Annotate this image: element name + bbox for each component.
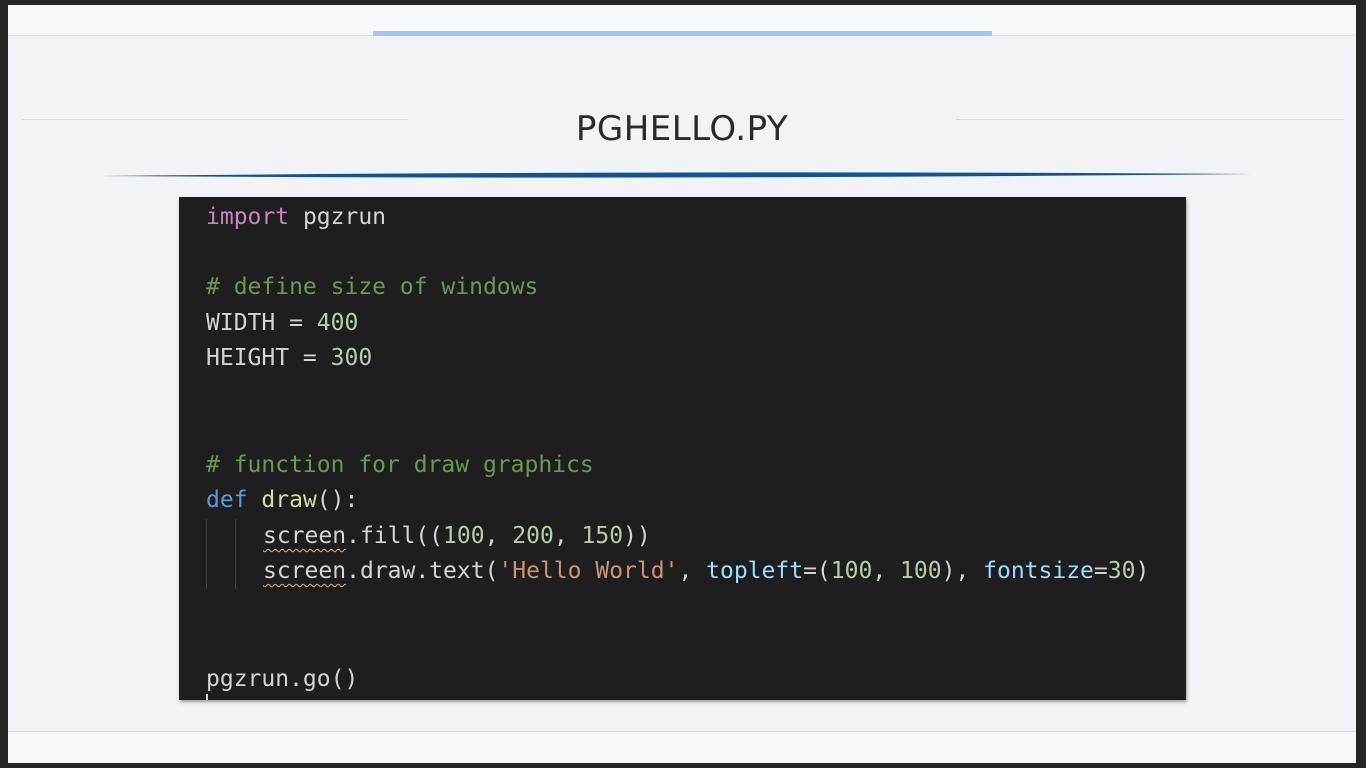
import-keyword: import bbox=[206, 204, 290, 230]
fill-num-1: 100 bbox=[443, 523, 485, 549]
title-rule-right bbox=[956, 119, 1344, 120]
width-name: WIDTH = bbox=[206, 310, 317, 336]
slide-title: PGHELLO.PY bbox=[575, 109, 789, 149]
text-param-topleft: topleft bbox=[706, 558, 804, 584]
fill-sep-1: , bbox=[484, 523, 513, 549]
text-num-2: 100 bbox=[900, 558, 942, 584]
code-line-import: import pgzrun bbox=[206, 202, 386, 232]
bottom-band bbox=[8, 731, 1356, 763]
code-line-comment-window-size: # define size of windows bbox=[206, 274, 539, 300]
title-rule-left bbox=[22, 119, 408, 120]
height-name: HEIGHT = bbox=[206, 345, 331, 371]
code-line-def-draw: def draw(): bbox=[206, 485, 358, 515]
width-value: 400 bbox=[316, 310, 359, 336]
code-line-pgzrun-go: pgzrun.go() bbox=[206, 666, 359, 692]
height-value: 300 bbox=[330, 345, 373, 371]
text-cursor bbox=[206, 694, 208, 700]
import-module: pgzrun bbox=[289, 204, 387, 230]
text-call: .draw.text( bbox=[346, 558, 499, 584]
code-line-draw-text: screen.draw.text('Hello World', topleft=… bbox=[263, 556, 1149, 586]
text-close-2: ) bbox=[1135, 558, 1150, 584]
fill-sep-2: , bbox=[553, 523, 582, 549]
indent-guide-outer bbox=[206, 519, 207, 589]
text-close-1: ), bbox=[941, 558, 984, 584]
text-num-1: 100 bbox=[830, 558, 873, 584]
top-accent-bar bbox=[373, 31, 992, 36]
code-line-comment-draw: # function for draw graphics bbox=[206, 452, 594, 478]
text-string: 'Hello World' bbox=[498, 558, 679, 584]
code-line-width: WIDTH = 400 bbox=[206, 308, 358, 338]
slide: PGHELLO.PY import pgzrun # define size o… bbox=[8, 5, 1356, 763]
def-function-name: draw bbox=[261, 487, 317, 513]
text-sep-2: , bbox=[872, 558, 901, 584]
text-sep-1: , bbox=[678, 558, 707, 584]
fill-num-3: 150 bbox=[581, 523, 624, 549]
text-num-3: 30 bbox=[1107, 558, 1136, 584]
screen-object-warning: screen bbox=[263, 558, 347, 584]
code-line-height: HEIGHT = 300 bbox=[206, 343, 372, 373]
text-eq-2: = bbox=[1093, 558, 1108, 584]
def-tail: (): bbox=[316, 487, 359, 513]
title-underline bbox=[102, 172, 1252, 178]
fill-num-2: 200 bbox=[512, 523, 554, 549]
fill-close: )) bbox=[623, 523, 651, 549]
fill-call: .fill(( bbox=[346, 523, 444, 549]
code-editor-panel: import pgzrun # define size of windows W… bbox=[179, 197, 1186, 700]
text-param-fontsize: fontsize bbox=[983, 558, 1094, 584]
def-keyword: def bbox=[206, 487, 248, 513]
screen-object-warning: screen bbox=[263, 523, 347, 549]
code-line-screen-fill: screen.fill((100, 200, 150)) bbox=[263, 521, 651, 551]
text-eq-1: =( bbox=[803, 558, 831, 584]
indent-guide-inner bbox=[235, 519, 236, 589]
